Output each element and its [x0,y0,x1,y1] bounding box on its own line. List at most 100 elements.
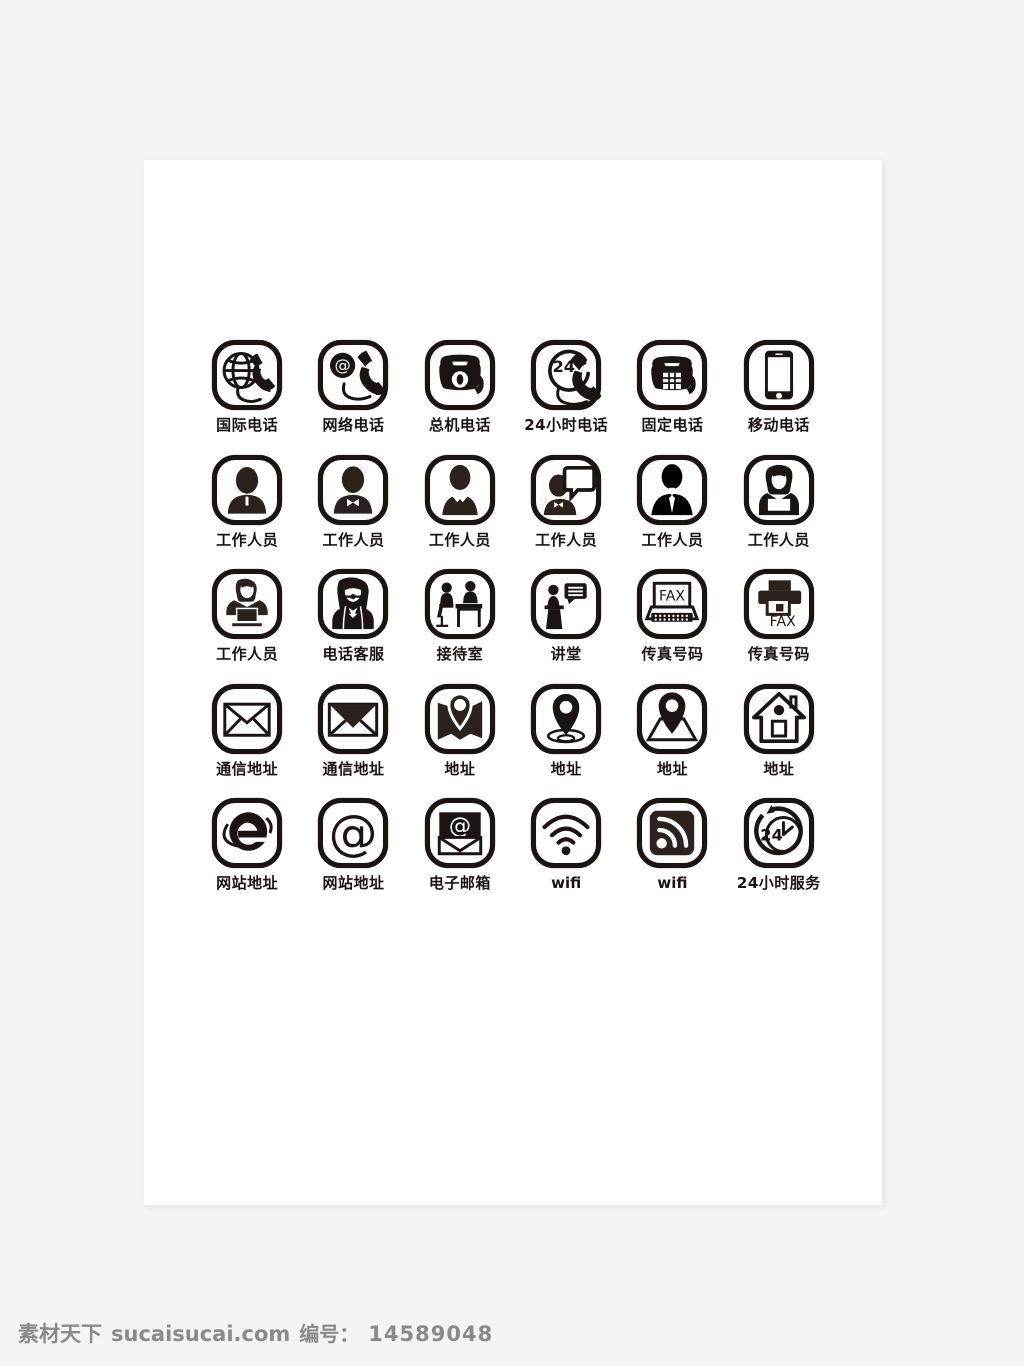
map-pin-fold-icon [423,682,497,756]
icon-label: 地址 [763,759,795,778]
headset-woman-icon [316,567,390,641]
map-pin-plane-icon [635,682,709,756]
icon-label: 地址 [550,759,582,778]
icon-label: 讲堂 [550,645,582,663]
icon-label: 接待室 [436,645,484,663]
person-laptop-icon [210,567,284,641]
icon-label: 网站地址 [216,874,279,892]
ie-browser-icon [210,796,284,870]
icon-cell-fax-printer[interactable]: FAX 传真号码 [726,567,832,663]
icon-label: 工作人员 [428,530,491,549]
icon-label: 工作人员 [322,530,385,549]
fax-machine-icon: FAX [635,567,709,641]
screenshot-canvas: 国际电话 @ 网络电话 总机电话 24 24小时电话 固定电话 移动电话 工作人… [0,0,1024,1366]
icon-label: 总机电话 [428,416,491,434]
icon-cell-person-speech[interactable]: 工作人员 [513,453,619,549]
icon-label: 传真号码 [747,645,810,663]
icon-cell-wifi-waves[interactable]: wifi [513,796,619,892]
icon-cell-email-envelope-at[interactable]: @ 电子邮箱 [407,796,513,892]
person-suit-tie-icon [423,453,497,527]
icon-label: 地址 [656,759,688,778]
svg-text:FAX: FAX [770,614,796,630]
icon-label: 地址 [444,759,476,778]
icon-label: 工作人员 [535,530,598,549]
icon-cell-headset-woman[interactable]: 电话客服 [300,567,406,663]
svg-text:@: @ [335,356,351,375]
icon-cell-globe-phone[interactable]: 国际电话 [194,338,300,434]
icon-cell-map-pin-ripple[interactable]: 地址 [513,682,619,778]
icon-label: 工作人员 [641,530,704,549]
svg-text:@: @ [329,804,378,861]
at-handset-icon: @ [316,338,390,412]
person-bowtie-icon [316,453,390,527]
mobile-phone-icon [742,338,816,412]
icon-label: 传真号码 [641,645,704,663]
svg-text:@: @ [449,813,471,839]
icon-cell-person-bowtie[interactable]: 工作人员 [300,453,406,549]
24h-clock-icon: 24 [742,796,816,870]
envelope-filled-icon [316,682,390,756]
landline-phone-icon [635,338,709,412]
icon-label: 通信地址 [322,759,385,778]
icon-label: 24小时电话 [524,416,609,434]
woman-worker-icon [742,453,816,527]
svg-text:FAX: FAX [659,588,685,604]
icon-label: 电话客服 [322,645,385,663]
icon-label: 工作人员 [216,645,279,663]
icon-grid: 国际电话 @ 网络电话 总机电话 24 24小时电话 固定电话 移动电话 工作人… [194,338,832,892]
person-speech-icon [529,453,603,527]
24h-handset-icon: 24 [529,338,603,412]
watermark-brand: 素材天下 [18,1322,102,1346]
icon-cell-person-suit-tie[interactable]: 工作人员 [407,453,513,549]
icon-cell-envelope-outline[interactable]: 通信地址 [194,682,300,778]
icon-label: 网站地址 [322,874,385,892]
watermark-number-label: 编号： [299,1322,360,1346]
icon-cell-map-pin-fold[interactable]: 地址 [407,682,513,778]
icon-cell-mobile-phone[interactable]: 移动电话 [726,338,832,434]
icon-cell-person-laptop[interactable]: 工作人员 [194,567,300,663]
watermark-number: 14589048 [368,1322,494,1346]
svg-text:24: 24 [760,825,783,844]
icon-label: 通信地址 [216,759,279,778]
icon-cell-fax-machine[interactable]: FAX 传真号码 [619,567,725,663]
icon-label: wifi [657,874,688,892]
watermark: 素材天下 sucaisucai.com 编号： 14589048 [18,1318,493,1348]
map-pin-ripple-icon [529,682,603,756]
envelope-outline-icon [210,682,284,756]
rotary-phone-icon [423,338,497,412]
icon-cell-lecture-podium[interactable]: 讲堂 [513,567,619,663]
icon-cell-at-handset[interactable]: @ 网络电话 [300,338,406,434]
person-necktie-icon [635,453,709,527]
icon-label: 工作人员 [216,530,279,549]
icon-label: 移动电话 [747,416,810,434]
icon-cell-person-bust[interactable]: 工作人员 [194,453,300,549]
globe-phone-icon [210,338,284,412]
icon-cell-person-necktie[interactable]: 工作人员 [619,453,725,549]
icon-cell-24h-handset[interactable]: 24 24小时电话 [513,338,619,434]
icon-label: 国际电话 [216,416,279,434]
wifi-rss-square-icon [635,796,709,870]
lecture-podium-icon [529,567,603,641]
icon-cell-wifi-rss-square[interactable]: wifi [619,796,725,892]
icon-cell-rotary-phone[interactable]: 总机电话 [407,338,513,434]
icon-cell-house[interactable]: 地址 [726,682,832,778]
icon-label: 24小时服务 [736,874,821,892]
icon-cell-landline-phone[interactable]: 固定电话 [619,338,725,434]
icon-cell-at-sign[interactable]: @ 网站地址 [300,796,406,892]
icon-cell-woman-worker[interactable]: 工作人员 [726,453,832,549]
icon-cell-map-pin-plane[interactable]: 地址 [619,682,725,778]
wifi-waves-icon [529,796,603,870]
icon-label: 固定电话 [641,416,704,434]
icon-cell-envelope-filled[interactable]: 通信地址 [300,682,406,778]
at-sign-icon: @ [316,796,390,870]
icon-cell-reception-desk[interactable]: 接待室 [407,567,513,663]
email-envelope-at-icon: @ [423,796,497,870]
icon-cell-ie-browser[interactable]: 网站地址 [194,796,300,892]
fax-printer-icon: FAX [742,567,816,641]
icon-label: 电子邮箱 [428,874,491,892]
icon-cell-24h-clock[interactable]: 24 24小时服务 [726,796,832,892]
artboard-page: 国际电话 @ 网络电话 总机电话 24 24小时电话 固定电话 移动电话 工作人… [144,160,882,1205]
person-bust-icon [210,453,284,527]
reception-desk-icon [423,567,497,641]
watermark-site: sucaisucai.com [111,1322,291,1346]
